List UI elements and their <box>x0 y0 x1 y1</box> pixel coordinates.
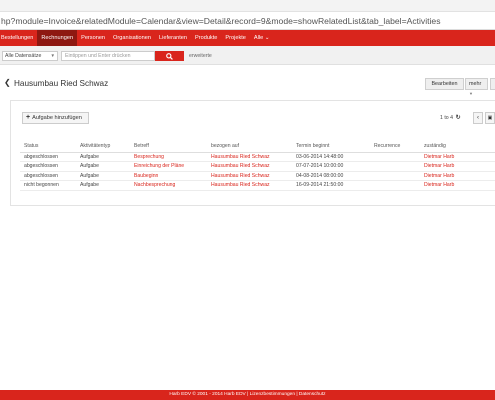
chevron-left-icon: ‹ <box>477 115 479 121</box>
cell-start-date: 03-06-2014 14:48:00 <box>292 152 370 162</box>
search-scope-value: Alle Datensätze <box>5 53 42 59</box>
main-navigation: Bestellungen Rechnungen Personen Organis… <box>0 30 495 46</box>
cell-activity-type: Aufgabe <box>76 152 130 162</box>
chevron-left-icon[interactable]: ❮ <box>4 79 11 87</box>
pagination-info: 1 to 4 ↻ <box>440 112 461 124</box>
table-header-row: Status Aktivitätentyp Betreff bezogen au… <box>20 140 495 153</box>
cell-activity-type: Aufgabe <box>76 180 130 191</box>
cell-start-date: 04-08-2014 08:00:00 <box>292 171 370 181</box>
address-bar[interactable]: hp?module=Invoice&relatedModule=Calendar… <box>0 12 495 30</box>
search-bar: Alle Datensätze ▼ Eintippen und Enter dr… <box>0 46 495 65</box>
cell-related-to-link[interactable]: Hausumbau Ried Schwaz <box>207 161 292 172</box>
column-header-start-date[interactable]: Termin beginnt <box>292 140 370 153</box>
column-header-assigned-to[interactable]: zuständig <box>420 140 495 153</box>
plus-icon: + <box>26 114 31 121</box>
cell-recurrence <box>370 180 420 191</box>
add-task-label: Aufgabe hinzufügen <box>32 115 82 121</box>
cell-status: nicht begonnen <box>20 180 76 191</box>
table-row[interactable]: abgeschlossen Aufgabe Einreichung der Pl… <box>20 161 495 172</box>
column-header-recurrence[interactable]: Recurrence <box>370 140 420 153</box>
previous-page-button[interactable]: ‹ <box>473 112 483 124</box>
cell-related-to-link[interactable]: Hausumbau Ried Schwaz <box>207 152 292 162</box>
table-row[interactable]: abgeschlossen Aufgabe Baubeginn Hausumba… <box>20 171 495 181</box>
nav-item-personen[interactable]: Personen <box>77 30 109 46</box>
more-button[interactable]: mehr ▼ <box>465 78 488 96</box>
search-icon <box>166 52 173 60</box>
calendar-icon: ▣ <box>487 115 493 121</box>
page-footer: Harb EDV © 2001 - 2014 Harb EDV | Lizenz… <box>0 390 495 400</box>
extra-toolbar-button[interactable] <box>490 78 495 90</box>
browser-top-strip <box>0 0 495 12</box>
cell-recurrence <box>370 152 420 162</box>
cell-status: abgeschlossen <box>20 171 76 181</box>
cell-assigned-to-link[interactable]: Dietmar Harb <box>420 171 495 181</box>
nav-item-alle-label: Alle <box>253 35 264 41</box>
search-input[interactable]: Eintippen und Enter drücken <box>61 51 155 61</box>
table-row[interactable]: nicht begonnen Aufgabe Nachbesprechung H… <box>20 180 495 191</box>
cell-activity-type: Aufgabe <box>76 171 130 181</box>
nav-item-organisationen[interactable]: Organisationen <box>109 30 155 46</box>
column-header-subject[interactable]: Betreff <box>130 140 207 153</box>
advanced-search-link[interactable]: erweiterte <box>189 51 212 61</box>
cell-related-to-link[interactable]: Hausumbau Ried Schwaz <box>207 171 292 181</box>
add-task-button[interactable]: + Aufgabe hinzufügen <box>22 112 89 124</box>
record-title: Hausumbau Ried Schwaz <box>14 79 109 88</box>
chevron-down-icon: ▼ <box>50 53 55 58</box>
cell-start-date: 16-09-2014 21:50:00 <box>292 180 370 191</box>
nav-item-bestellungen[interactable]: Bestellungen <box>0 30 37 46</box>
cell-subject-link[interactable]: Nachbesprechung <box>130 180 207 191</box>
cell-related-to-link[interactable]: Hausumbau Ried Schwaz <box>207 180 292 191</box>
column-header-status[interactable]: Status <box>20 140 76 153</box>
cell-status: abgeschlossen <box>20 152 76 162</box>
cell-assigned-to-link[interactable]: Dietmar Harb <box>420 161 495 172</box>
cell-start-date: 07-07-2014 10:00:00 <box>292 161 370 172</box>
nav-item-projekte[interactable]: Projekte <box>221 30 250 46</box>
column-header-related-to[interactable]: bezogen auf <box>207 140 292 153</box>
chevron-down-icon: ▼ <box>469 91 473 96</box>
cell-status: abgeschlossen <box>20 161 76 172</box>
cell-recurrence <box>370 171 420 181</box>
cell-assigned-to-link[interactable]: Dietmar Harb <box>420 152 495 162</box>
search-scope-select[interactable]: Alle Datensätze ▼ <box>2 51 58 61</box>
pagination-range: 1 to 4 <box>440 115 453 121</box>
nav-item-produkte[interactable]: Produkte <box>191 30 221 46</box>
table-row[interactable]: abgeschlossen Aufgabe Besprechung Hausum… <box>20 152 495 162</box>
cell-subject-link[interactable]: Einreichung der Pläne <box>130 161 207 172</box>
cell-subject-link[interactable]: Baubeginn <box>130 171 207 181</box>
more-button-label: mehr <box>469 81 482 87</box>
nav-item-alle[interactable]: Alle ⌄ <box>250 30 274 46</box>
page-jump-button[interactable]: ▣ <box>485 112 495 124</box>
search-button[interactable] <box>155 51 184 61</box>
cell-assigned-to-link[interactable]: Dietmar Harb <box>420 180 495 191</box>
nav-item-lieferanten[interactable]: Lieferanten <box>155 30 191 46</box>
column-header-activity-type[interactable]: Aktivitätentyp <box>76 140 130 153</box>
refresh-icon[interactable]: ↻ <box>454 115 461 121</box>
cell-activity-type: Aufgabe <box>76 161 130 172</box>
chevron-down-icon: ⌄ <box>264 35 270 41</box>
edit-button[interactable]: Bearbeiten <box>425 78 464 90</box>
activities-table: Status Aktivitätentyp Betreff bezogen au… <box>20 140 495 191</box>
nav-item-rechnungen[interactable]: Rechnungen <box>37 30 78 46</box>
cell-subject-link[interactable]: Besprechung <box>130 152 207 162</box>
cell-recurrence <box>370 161 420 172</box>
